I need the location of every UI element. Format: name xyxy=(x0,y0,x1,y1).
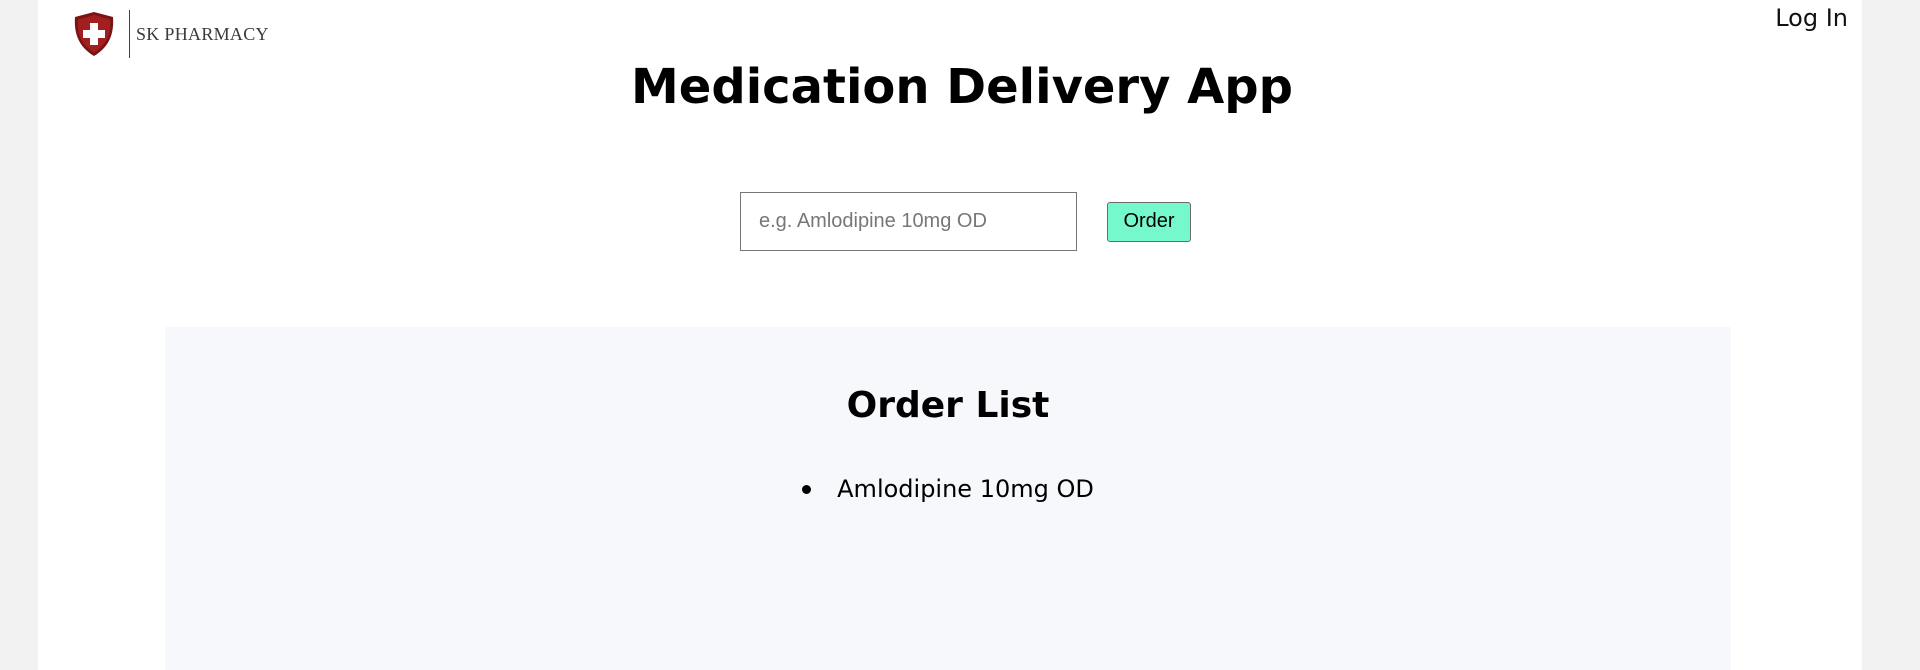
list-item: Amlodipine 10mg OD xyxy=(802,472,1094,506)
shield-cross-icon xyxy=(70,10,118,58)
brand-name: SK PHARMACY xyxy=(136,23,269,44)
bullet-icon xyxy=(802,484,812,494)
login-link[interactable]: Log In xyxy=(1775,4,1848,32)
page-title: Medication Delivery App xyxy=(631,59,1293,115)
logo-divider xyxy=(129,10,130,58)
brand-logo[interactable]: SK PHARMACY xyxy=(70,9,269,59)
page-container: SK PHARMACY Log In Medication Delivery A… xyxy=(38,0,1862,670)
order-list-title: Order List xyxy=(846,385,1050,426)
order-form: Order xyxy=(740,192,1191,251)
medication-input[interactable] xyxy=(740,192,1077,251)
order-list: Amlodipine 10mg OD xyxy=(165,472,1731,506)
order-list-panel: Order List Amlodipine 10mg OD xyxy=(165,327,1731,670)
order-button[interactable]: Order xyxy=(1107,201,1191,242)
list-item-label: Amlodipine 10mg OD xyxy=(837,475,1094,503)
